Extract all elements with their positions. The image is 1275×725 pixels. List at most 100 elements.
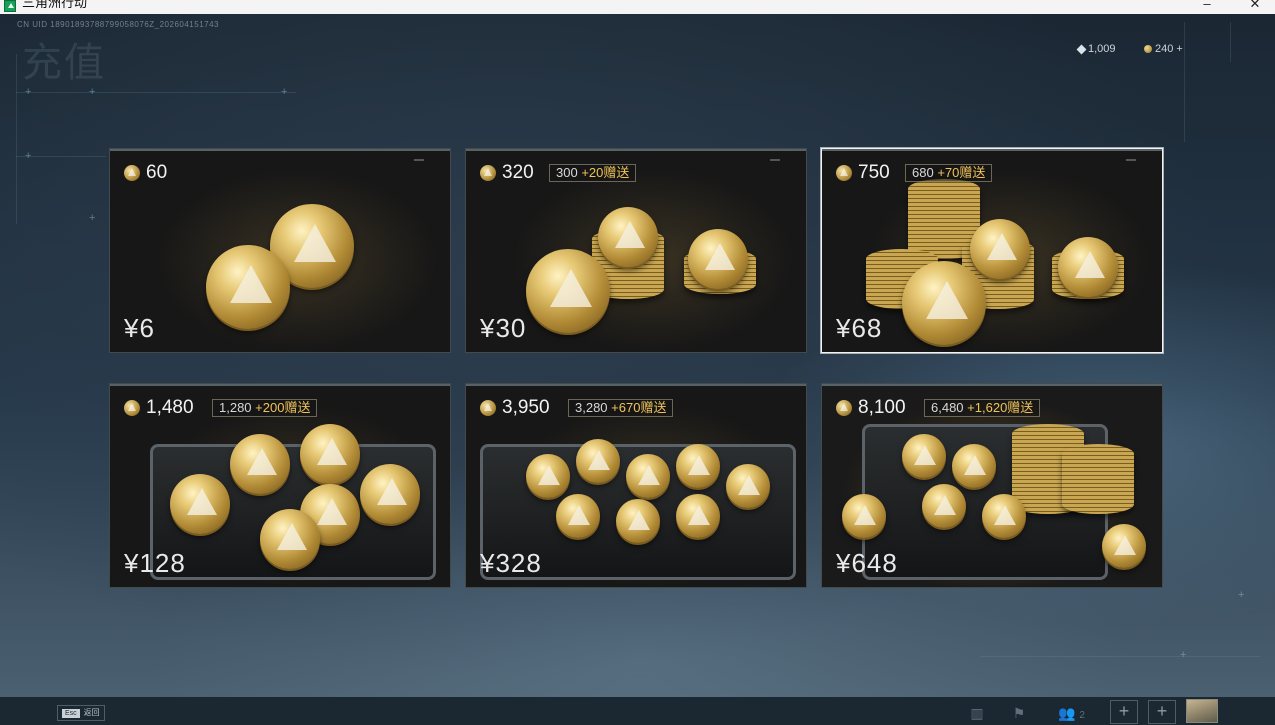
card-coin-amount: 1,480: [146, 397, 194, 418]
grid-line: [1230, 22, 1231, 62]
coin-icon: [124, 165, 140, 181]
coin-art: [676, 494, 720, 538]
card-coin-amount: 750: [858, 162, 890, 183]
back-label: 返回: [83, 708, 100, 717]
recharge-card-60[interactable]: 60 ¥6: [109, 148, 451, 353]
coin-art: [360, 464, 420, 524]
recharge-card-750[interactable]: 750 680 +70赠送 ¥68: [821, 148, 1163, 353]
coin-art: [952, 444, 996, 488]
squad-button[interactable]: 👥 2: [1058, 705, 1098, 721]
squad-count: 2: [1079, 710, 1085, 721]
card-top-bar: [110, 149, 450, 151]
bonus-base: 3,280: [575, 400, 608, 415]
coin-art: [576, 439, 620, 483]
recharge-card-1480[interactable]: 1,480 1,280 +200赠送 ¥128: [109, 383, 451, 588]
invite-slot-button[interactable]: +: [1148, 700, 1176, 724]
diamond-balance: 1,009: [1076, 43, 1116, 55]
coin-balance[interactable]: 240 +: [1144, 43, 1183, 55]
bonus-extra: +20赠送: [581, 165, 630, 180]
coin-art: [726, 464, 770, 508]
invite-slot-button[interactable]: +: [1110, 700, 1138, 724]
diamond-icon: [1076, 44, 1087, 54]
card-decoration: [1126, 159, 1136, 161]
card-price: ¥648: [836, 548, 898, 578]
grid-line: [16, 92, 296, 93]
grid-line: [16, 54, 17, 224]
coin-balance-value: 240: [1155, 43, 1174, 55]
crosshair-icon: +: [25, 86, 32, 98]
recharge-card-3950[interactable]: 3,950 3,280 +670赠送 ¥328: [465, 383, 807, 588]
bonus-extra: +70赠送: [937, 165, 986, 180]
coin-art: [616, 499, 660, 543]
coin-art: [556, 494, 600, 538]
bonus-base: 680: [912, 165, 934, 180]
coin-art: [688, 229, 748, 289]
coin-art: [300, 424, 360, 484]
card-decoration: [770, 159, 780, 161]
card-coin-amount: 60: [146, 162, 168, 183]
card-price: ¥328: [480, 548, 542, 578]
bonus-tag: 6,480 +1,620赠送: [924, 399, 1041, 417]
app-icon: [4, 0, 16, 12]
card-decoration: [414, 159, 424, 161]
coin-art: [526, 249, 610, 333]
avatar[interactable]: [1186, 699, 1218, 723]
coin-icon: [836, 400, 852, 416]
bottom-bar: Esc 返回 ▥ ⚑ 👥 2 + +: [0, 697, 1275, 725]
coin-icon: [836, 165, 852, 181]
squad-icon: 👥: [1058, 705, 1076, 721]
card-top-bar: [110, 384, 450, 386]
card-coin-amount: 3,950: [502, 397, 550, 418]
recharge-card-8100[interactable]: 8,100 6,480 +1,620赠送 ¥648: [821, 383, 1163, 588]
crosshair-icon: +: [1180, 649, 1187, 661]
bonus-extra: +670赠送: [611, 400, 667, 415]
bonus-tag: 1,280 +200赠送: [212, 399, 318, 417]
coin-art: [842, 494, 886, 538]
shop-scene: + + + + + + + CN UID 1890189378879905807…: [0, 14, 1275, 697]
card-price: ¥68: [836, 313, 883, 343]
flag-icon[interactable]: ⚑: [1010, 705, 1028, 721]
coin-art: [598, 207, 658, 267]
crosshair-icon: +: [89, 212, 96, 224]
coin-art: [260, 509, 320, 569]
bonus-tag: 3,280 +670赠送: [568, 399, 674, 417]
coin-art: [982, 494, 1026, 538]
recharge-card-320[interactable]: 320 300 +20赠送 ¥30: [465, 148, 807, 353]
coin-icon: [1144, 45, 1152, 53]
coin-icon: [480, 400, 496, 416]
crosshair-icon: +: [1238, 589, 1245, 601]
diamond-balance-value: 1,009: [1088, 43, 1116, 55]
bonus-base: 1,280: [219, 400, 252, 415]
back-button[interactable]: Esc 返回: [57, 705, 105, 721]
coin-art: [922, 484, 966, 528]
page-title: 充值: [22, 40, 106, 86]
grid-line: [1184, 22, 1185, 142]
bonus-extra: +1,620赠送: [967, 400, 1034, 415]
coin-art: [626, 454, 670, 498]
bonus-tag: 680 +70赠送: [905, 164, 993, 182]
card-top-bar: [466, 384, 806, 386]
stats-icon[interactable]: ▥: [968, 705, 986, 721]
minimize-button[interactable]: –: [1192, 0, 1222, 13]
coin-icon: [480, 165, 496, 181]
card-top-bar: [822, 149, 1162, 151]
add-coins-button[interactable]: +: [1176, 43, 1182, 55]
card-price: ¥30: [480, 313, 527, 343]
crosshair-icon: +: [89, 86, 96, 98]
bonus-base: 6,480: [931, 400, 964, 415]
coin-art: [170, 474, 230, 534]
coin-art: [970, 219, 1030, 279]
crosshair-icon: +: [25, 150, 32, 162]
card-top-bar: [822, 384, 1162, 386]
coin-icon: [124, 400, 140, 416]
card-price: ¥128: [124, 548, 186, 578]
coin-art: [526, 454, 570, 498]
esc-key-badge: Esc: [62, 708, 80, 718]
close-button[interactable]: ✕: [1240, 0, 1270, 13]
card-price: ¥6: [124, 313, 155, 343]
window-title: 三角洲行动: [22, 0, 88, 10]
card-coin-amount: 320: [502, 162, 534, 183]
crosshair-icon: +: [281, 86, 288, 98]
coin-stack-art: [1062, 444, 1134, 514]
grid-line: [980, 656, 1260, 657]
